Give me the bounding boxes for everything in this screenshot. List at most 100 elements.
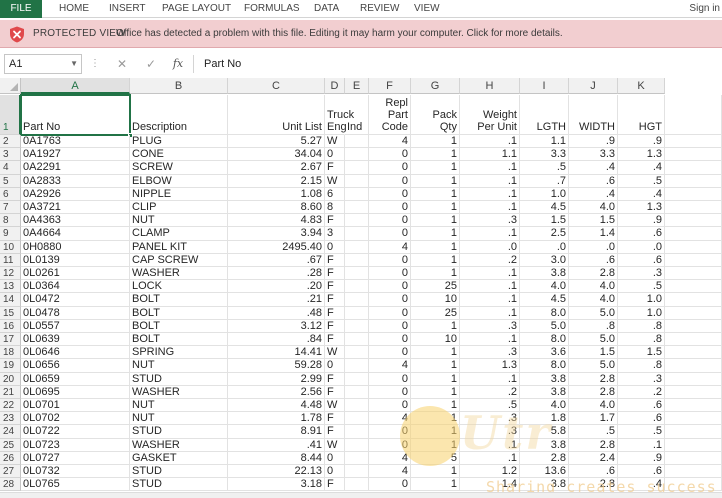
cell-width[interactable]: 4.0 [569, 280, 618, 294]
row-header-4[interactable]: 4 [0, 161, 21, 175]
row-header-19[interactable]: 19 [0, 359, 21, 373]
cell-description[interactable]: BOLT [130, 319, 228, 333]
cell-description[interactable]: WASHER [130, 385, 228, 399]
cell-weight[interactable]: .1 [460, 333, 520, 347]
cell-pack-qty[interactable]: 1 [411, 372, 460, 386]
cell-weight[interactable]: .1 [460, 187, 520, 201]
cell-ind[interactable] [345, 478, 369, 492]
sign-in-link[interactable]: Sign in [689, 0, 720, 18]
cell-description[interactable]: CAP SCREW [130, 253, 228, 267]
cell-unit-list[interactable]: .48 [228, 306, 325, 320]
cell-ind[interactable] [345, 319, 369, 333]
cell-repl-part-code[interactable]: 0 [369, 319, 411, 333]
cell-pack-qty[interactable]: 1 [411, 399, 460, 413]
cell-description[interactable]: STUD [130, 372, 228, 386]
column-header-b[interactable]: B [130, 78, 228, 94]
cell-width[interactable]: .6 [569, 253, 618, 267]
cell-width[interactable]: 1.5 [569, 214, 618, 228]
cell-pack-qty[interactable]: 5 [411, 451, 460, 465]
cell-pack-qty[interactable]: 1 [411, 214, 460, 228]
cell-lgth[interactable]: .7 [520, 174, 569, 188]
cell-description[interactable]: BOLT [130, 306, 228, 320]
cell-lgth[interactable]: 3.8 [520, 438, 569, 452]
cell-weight[interactable]: 1.2 [460, 465, 520, 479]
row-header-7[interactable]: 7 [0, 201, 21, 215]
cell-weight[interactable]: 1.1 [460, 148, 520, 162]
cell-width[interactable]: 4.0 [569, 293, 618, 307]
cell-lgth[interactable]: 8.0 [520, 306, 569, 320]
cell-ind[interactable] [345, 399, 369, 413]
cell-weight[interactable]: .1 [460, 227, 520, 241]
cell-unit-list[interactable]: 1.08 [228, 187, 325, 201]
cell-description[interactable]: GASKET [130, 451, 228, 465]
cell-truck-eng[interactable]: F [325, 333, 345, 347]
cell-truck-eng[interactable]: F [325, 412, 345, 426]
cell-unit-list[interactable]: 8.91 [228, 425, 325, 439]
cell-weight[interactable]: .3 [460, 412, 520, 426]
cell-unit-list[interactable]: 2.15 [228, 174, 325, 188]
cell-description[interactable]: CLIP [130, 201, 228, 215]
column-header-c[interactable]: C [228, 78, 325, 94]
cell-pack-qty[interactable]: 1 [411, 187, 460, 201]
cell-lgth[interactable]: 5.8 [520, 425, 569, 439]
cell-part-no[interactable]: 0L0639 [21, 333, 130, 347]
cell-repl-part-code[interactable]: 4 [369, 359, 411, 373]
cell-part-no[interactable]: 0L0656 [21, 359, 130, 373]
cell-pack-qty[interactable]: 1 [411, 174, 460, 188]
row-header-20[interactable]: 20 [0, 372, 21, 386]
cell-part-no[interactable]: 0A1763 [21, 135, 130, 149]
cell-part-no[interactable]: 0A1927 [21, 148, 130, 162]
cell-weight[interactable]: .1 [460, 135, 520, 149]
cell-unit-list[interactable]: .41 [228, 438, 325, 452]
row-header-5[interactable]: 5 [0, 174, 21, 188]
cell-width[interactable]: 2.8 [569, 372, 618, 386]
cell-weight[interactable]: .3 [460, 214, 520, 228]
cell-pack-qty[interactable]: 1 [411, 478, 460, 492]
cell-hgt[interactable]: .5 [618, 425, 665, 439]
cell-weight[interactable]: .3 [460, 346, 520, 360]
cell-pack-qty[interactable]: 1 [411, 346, 460, 360]
cell-pack-qty[interactable]: 1 [411, 227, 460, 241]
cell-k[interactable] [665, 412, 722, 426]
cell-ind[interactable] [345, 214, 369, 228]
cell-lgth[interactable]: 3.3 [520, 148, 569, 162]
cell-ind[interactable] [345, 425, 369, 439]
cell-description[interactable]: CLAMP [130, 227, 228, 241]
cell-width[interactable]: 2.8 [569, 267, 618, 281]
header-cell-hgt[interactable]: HGT [618, 95, 665, 135]
cell-lgth[interactable]: 2.5 [520, 227, 569, 241]
cell-width[interactable]: 2.8 [569, 438, 618, 452]
cell-unit-list[interactable]: 1.78 [228, 412, 325, 426]
row-header-23[interactable]: 23 [0, 412, 21, 426]
cell-ind[interactable] [345, 280, 369, 294]
cell-truck-eng[interactable]: F [325, 372, 345, 386]
cell-width[interactable]: 4.0 [569, 201, 618, 215]
header-cell-truck-eng[interactable]: Truck Eng [325, 95, 354, 135]
cell-hgt[interactable]: .9 [618, 214, 665, 228]
cell-description[interactable]: WASHER [130, 267, 228, 281]
cell-part-no[interactable]: 0L0765 [21, 478, 130, 492]
cancel-icon[interactable]: ✕ [113, 55, 131, 73]
cell-width[interactable]: .5 [569, 425, 618, 439]
cell-part-no[interactable]: 0L0732 [21, 465, 130, 479]
cell-truck-eng[interactable]: F [325, 478, 345, 492]
cell-repl-part-code[interactable]: 0 [369, 253, 411, 267]
cell-weight[interactable]: .5 [460, 399, 520, 413]
cell-part-no[interactable]: 0L0364 [21, 280, 130, 294]
cell-weight[interactable]: .1 [460, 201, 520, 215]
cell-ind[interactable] [345, 253, 369, 267]
cell-ind[interactable] [345, 201, 369, 215]
row-header-27[interactable]: 27 [0, 465, 21, 479]
cell-ind[interactable] [345, 227, 369, 241]
row-header-22[interactable]: 22 [0, 399, 21, 413]
cell-part-no[interactable]: 0L0659 [21, 372, 130, 386]
cell-description[interactable]: NUT [130, 214, 228, 228]
header-cell-weight[interactable]: Weight Per Unit [460, 95, 520, 135]
row-header-1[interactable]: 1 [0, 95, 21, 135]
cell-k[interactable] [665, 399, 722, 413]
cell-part-no[interactable]: 0L0723 [21, 438, 130, 452]
cell-part-no[interactable]: 0L0702 [21, 412, 130, 426]
cell-description[interactable]: SPRING [130, 346, 228, 360]
row-header-17[interactable]: 17 [0, 333, 21, 347]
cell-ind[interactable] [345, 240, 369, 254]
